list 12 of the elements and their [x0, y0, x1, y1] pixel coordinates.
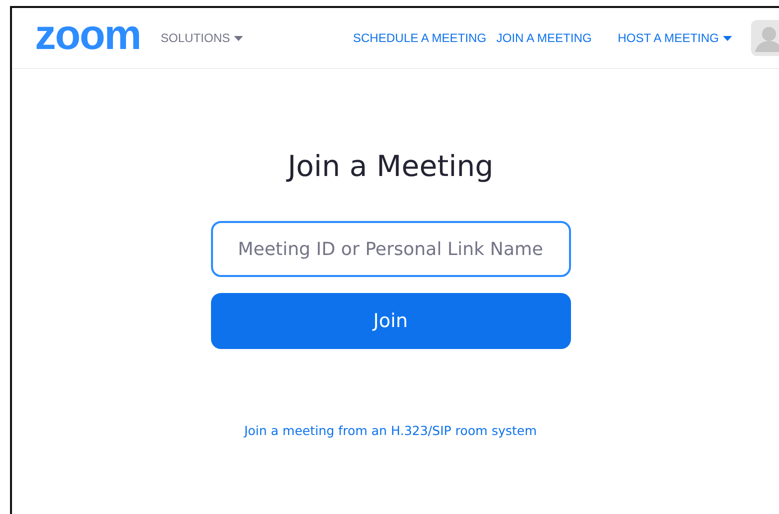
avatar-icon[interactable]	[751, 20, 779, 56]
page-title: Join a Meeting	[288, 149, 494, 183]
join-button[interactable]: Join	[210, 293, 570, 349]
nav-link[interactable]: SCHEDULE A MEETING	[353, 31, 486, 45]
meeting-id-field[interactable]: Meeting ID or Personal Link Name	[210, 221, 570, 277]
nav-link[interactable]: HOST A MEETING	[618, 31, 732, 45]
solutions-menu[interactable]: SOLUTIONS	[160, 31, 244, 45]
room-system-link[interactable]: Join a meeting from an H.323/SIP room system	[244, 423, 537, 438]
nav-link[interactable]: JOIN A MEETING	[496, 31, 592, 45]
caret-icon	[234, 36, 244, 40]
zoom-logo[interactable]: zoom	[35, 14, 141, 56]
caret-icon	[722, 36, 732, 40]
